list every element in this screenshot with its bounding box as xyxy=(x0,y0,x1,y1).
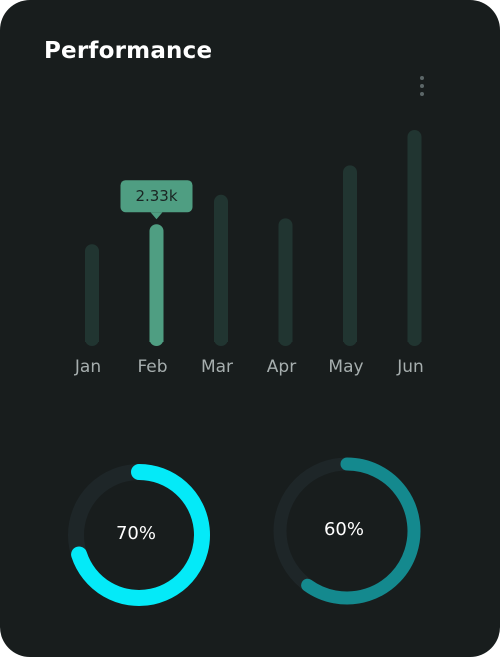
bar-may[interactable] xyxy=(343,165,357,346)
bar-base xyxy=(407,336,422,342)
tooltip-label: 2.33k xyxy=(135,187,177,205)
performance-chart: Jan Feb 2.33k Mar Apr May Jun 70% 60% xyxy=(68,130,424,606)
bar-base xyxy=(149,336,164,342)
gauge-1: 70% xyxy=(68,464,210,606)
x-tick-label: Mar xyxy=(201,357,233,377)
bar-jan[interactable] xyxy=(85,244,99,346)
performance-card: Performance Jan Feb 2.33k Mar Apr May Jun 70% 60… xyxy=(0,0,500,657)
bar-base xyxy=(278,336,293,342)
tooltip-pointer xyxy=(150,212,163,220)
bar-apr[interactable] xyxy=(278,218,293,346)
gauge-2: 60% xyxy=(273,457,421,605)
gauge-label: 60% xyxy=(324,519,364,540)
x-tick-label: Feb xyxy=(137,357,167,377)
bar-jun[interactable] xyxy=(407,130,422,346)
bar-feb[interactable] xyxy=(149,224,164,346)
bar-base xyxy=(85,336,99,342)
x-tick-label: May xyxy=(328,357,363,377)
bar-base xyxy=(214,336,228,342)
x-tick-label: Apr xyxy=(267,357,296,377)
x-tick-label: Jun xyxy=(396,357,424,377)
value-tooltip: 2.33k xyxy=(120,180,193,220)
gauge-label: 70% xyxy=(116,523,156,544)
bar-mar[interactable] xyxy=(214,194,228,346)
bar-base xyxy=(343,336,357,342)
x-tick-label: Jan xyxy=(74,357,101,377)
